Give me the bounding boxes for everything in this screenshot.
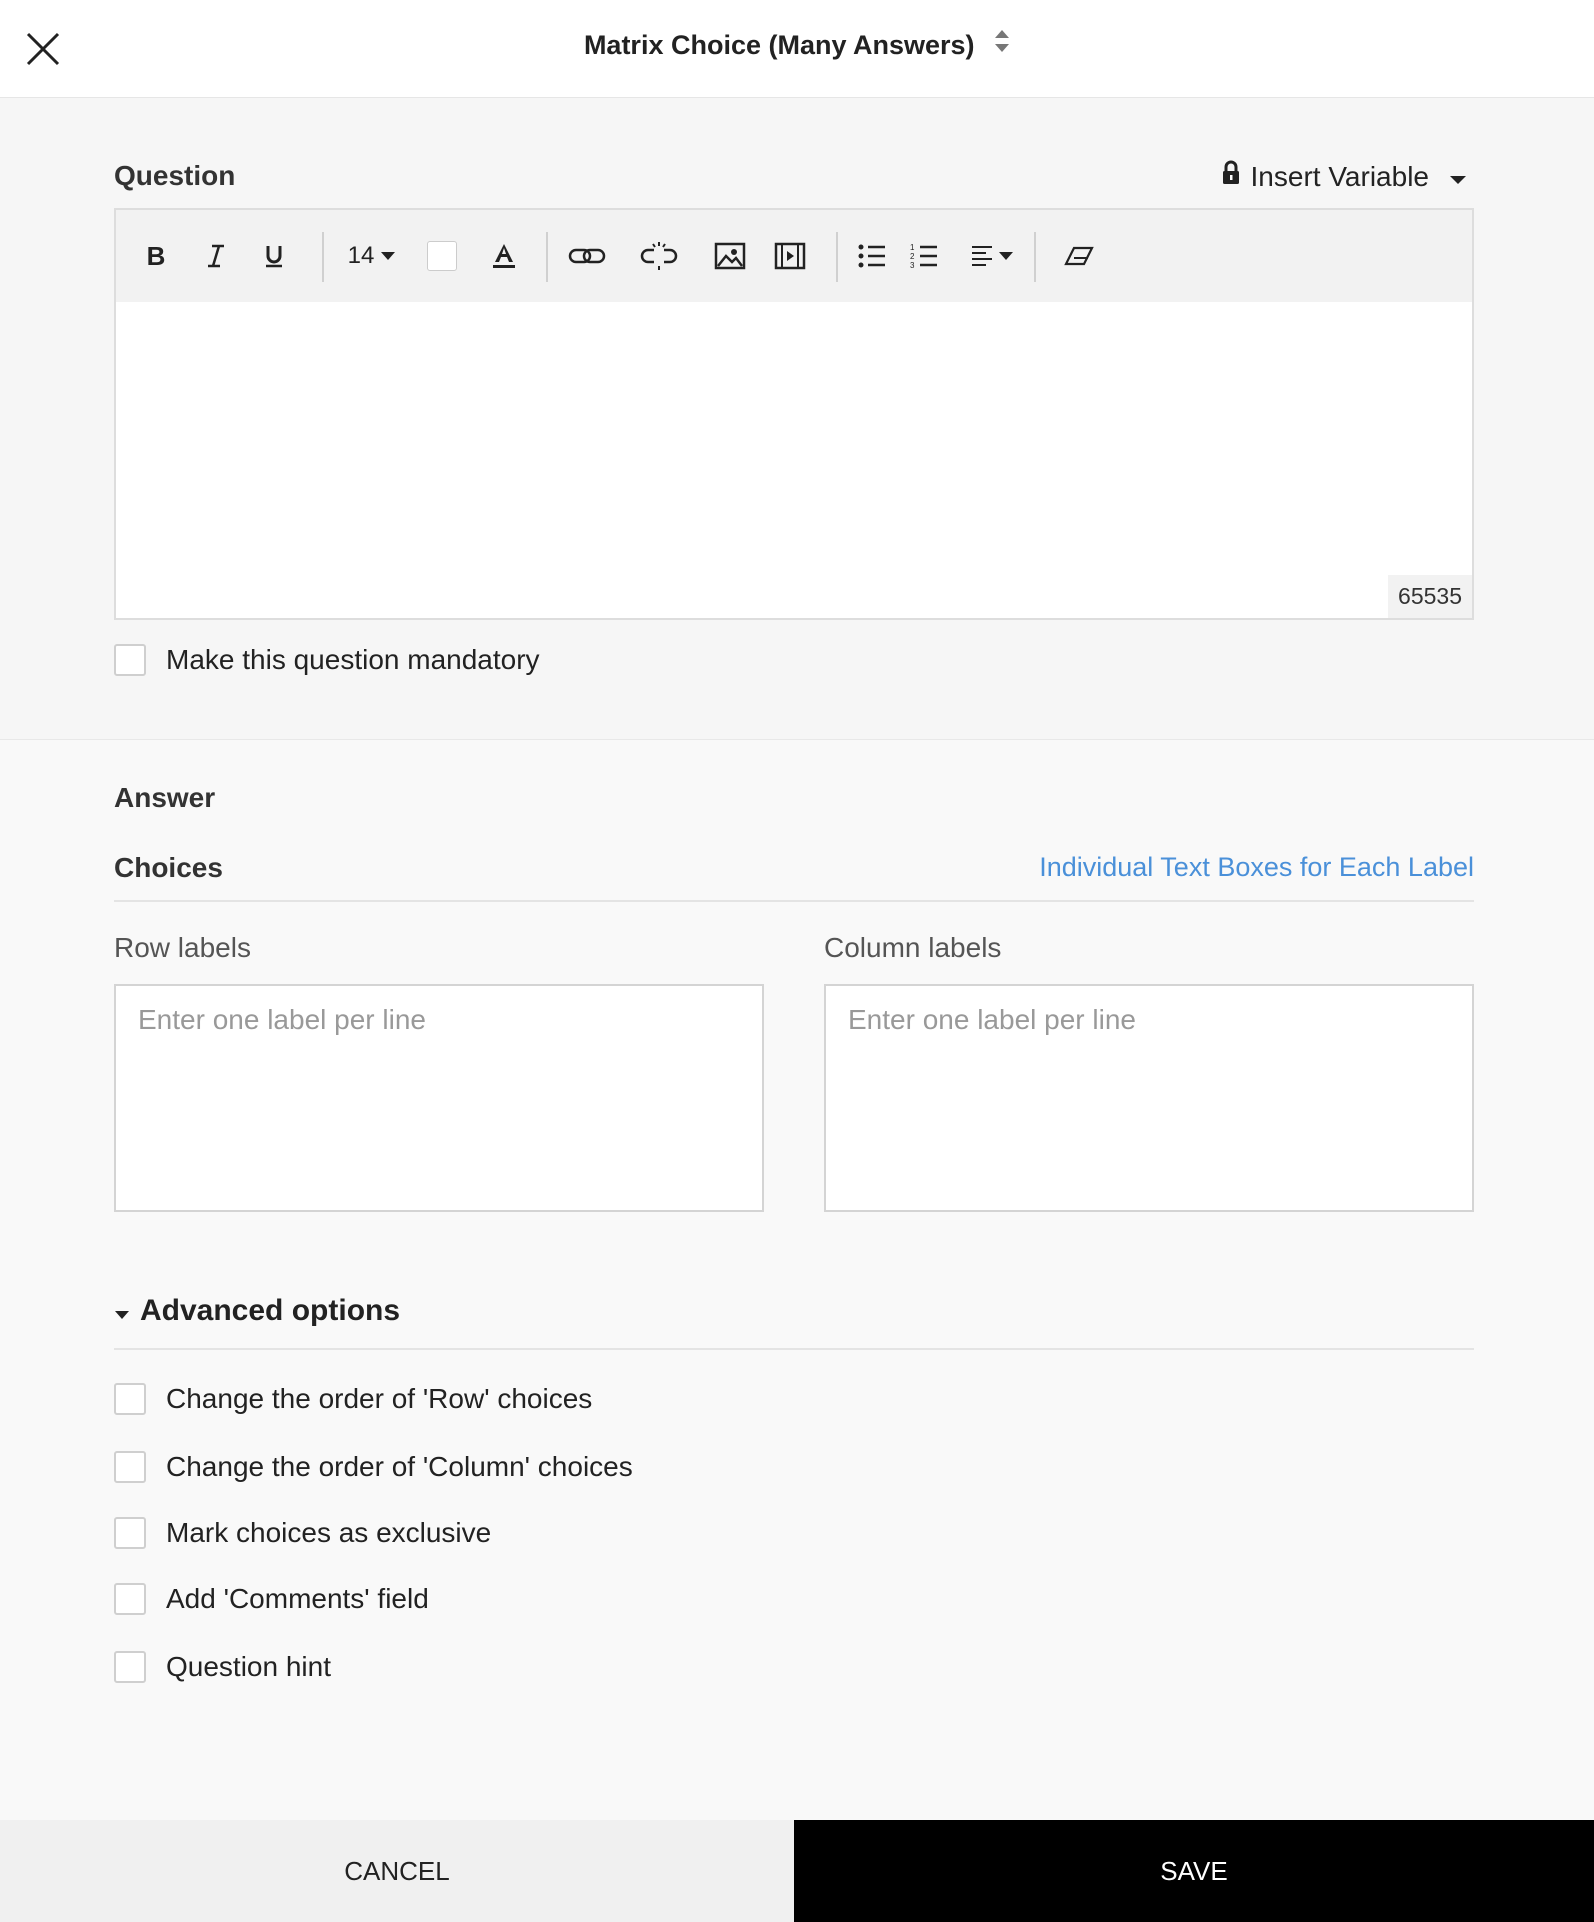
lock-icon [1221,160,1241,193]
option-label: Mark choices as exclusive [166,1517,492,1548]
caret-down-icon [1449,161,1467,193]
video-icon[interactable] [770,210,810,302]
divider [114,900,1474,902]
unlink-icon[interactable] [636,210,682,302]
option-label: Add 'Comments' field [166,1583,429,1614]
option-label: Change the order of 'Row' choices [166,1383,593,1414]
divider [114,1348,1474,1350]
option-hint[interactable]: Question hint [114,1651,331,1683]
cancel-button[interactable]: CANCEL [0,1820,794,1922]
choices-heading: Choices [114,852,223,883]
numbered-list-icon[interactable]: 123 [906,210,942,302]
svg-text:2: 2 [910,252,915,261]
svg-text:3: 3 [910,261,915,270]
toolbar-divider [546,232,548,282]
eraser-icon[interactable] [1056,210,1102,302]
page-title: Matrix Choice (Many Answers) [583,30,975,60]
row-order-checkbox[interactable] [114,1383,146,1415]
individual-text-boxes-link[interactable]: Individual Text Boxes for Each Label [1039,852,1474,883]
editor-toolbar: B 14 1 2 3 [116,210,1472,302]
sort-updown-icon [994,28,1010,61]
character-counter: 65535 [1388,575,1472,618]
question-label: Question [114,160,236,191]
option-comments[interactable]: Add 'Comments' field [114,1583,429,1615]
svg-text:1: 1 [910,243,915,252]
toolbar-divider [1034,232,1036,282]
toolbar-divider [836,232,838,282]
align-dropdown[interactable] [962,210,1022,302]
column-labels-title: Column labels [824,932,1002,963]
underline-icon[interactable] [254,210,294,302]
save-button[interactable]: SAVE [794,1820,1594,1922]
bold-icon[interactable]: B [136,210,176,302]
mandatory-checkbox[interactable] [114,644,146,676]
background-color-swatch[interactable] [422,210,462,302]
question-section: Question Insert Variable B 14 1 2 3 6553… [0,98,1594,740]
rich-text-editor[interactable]: B 14 1 2 3 65535 [114,208,1474,620]
option-column-order[interactable]: Change the order of 'Column' choices [114,1451,633,1483]
option-row-order[interactable]: Change the order of 'Row' choices [114,1383,592,1415]
text-color-icon[interactable] [484,210,524,302]
toolbar-divider [322,232,324,282]
option-exclusive[interactable]: Mark choices as exclusive [114,1517,491,1549]
row-labels-input[interactable] [114,984,764,1212]
bullet-list-icon[interactable] [854,210,890,302]
font-size-dropdown[interactable]: 14 [342,210,402,302]
italic-icon[interactable] [196,210,236,302]
image-icon[interactable] [710,210,750,302]
caret-down-icon [114,1294,130,1328]
option-label: Question hint [166,1651,331,1682]
advanced-options-title: Advanced options [140,1294,401,1327]
exclusive-checkbox[interactable] [114,1517,146,1549]
comments-checkbox[interactable] [114,1583,146,1615]
header-bar: Matrix Choice (Many Answers) [0,0,1594,98]
mandatory-checkbox-row[interactable]: Make this question mandatory [114,644,540,676]
insert-variable-dropdown[interactable]: Insert Variable [1221,160,1467,193]
answer-heading: Answer [114,782,216,813]
question-type-selector[interactable]: Matrix Choice (Many Answers) [0,30,1594,61]
advanced-options-toggle[interactable]: Advanced options [114,1294,400,1328]
hint-checkbox[interactable] [114,1651,146,1683]
insert-variable-label: Insert Variable [1250,160,1429,192]
column-labels-input[interactable] [824,984,1474,1212]
align-icon [972,246,992,266]
link-icon[interactable] [564,210,610,302]
font-size-value: 14 [347,242,375,269]
column-order-checkbox[interactable] [114,1451,146,1483]
option-label: Change the order of 'Column' choices [166,1451,633,1482]
row-labels-title: Row labels [114,932,251,963]
editor-content-area[interactable]: 65535 [116,302,1472,618]
mandatory-label: Make this question mandatory [166,644,540,675]
